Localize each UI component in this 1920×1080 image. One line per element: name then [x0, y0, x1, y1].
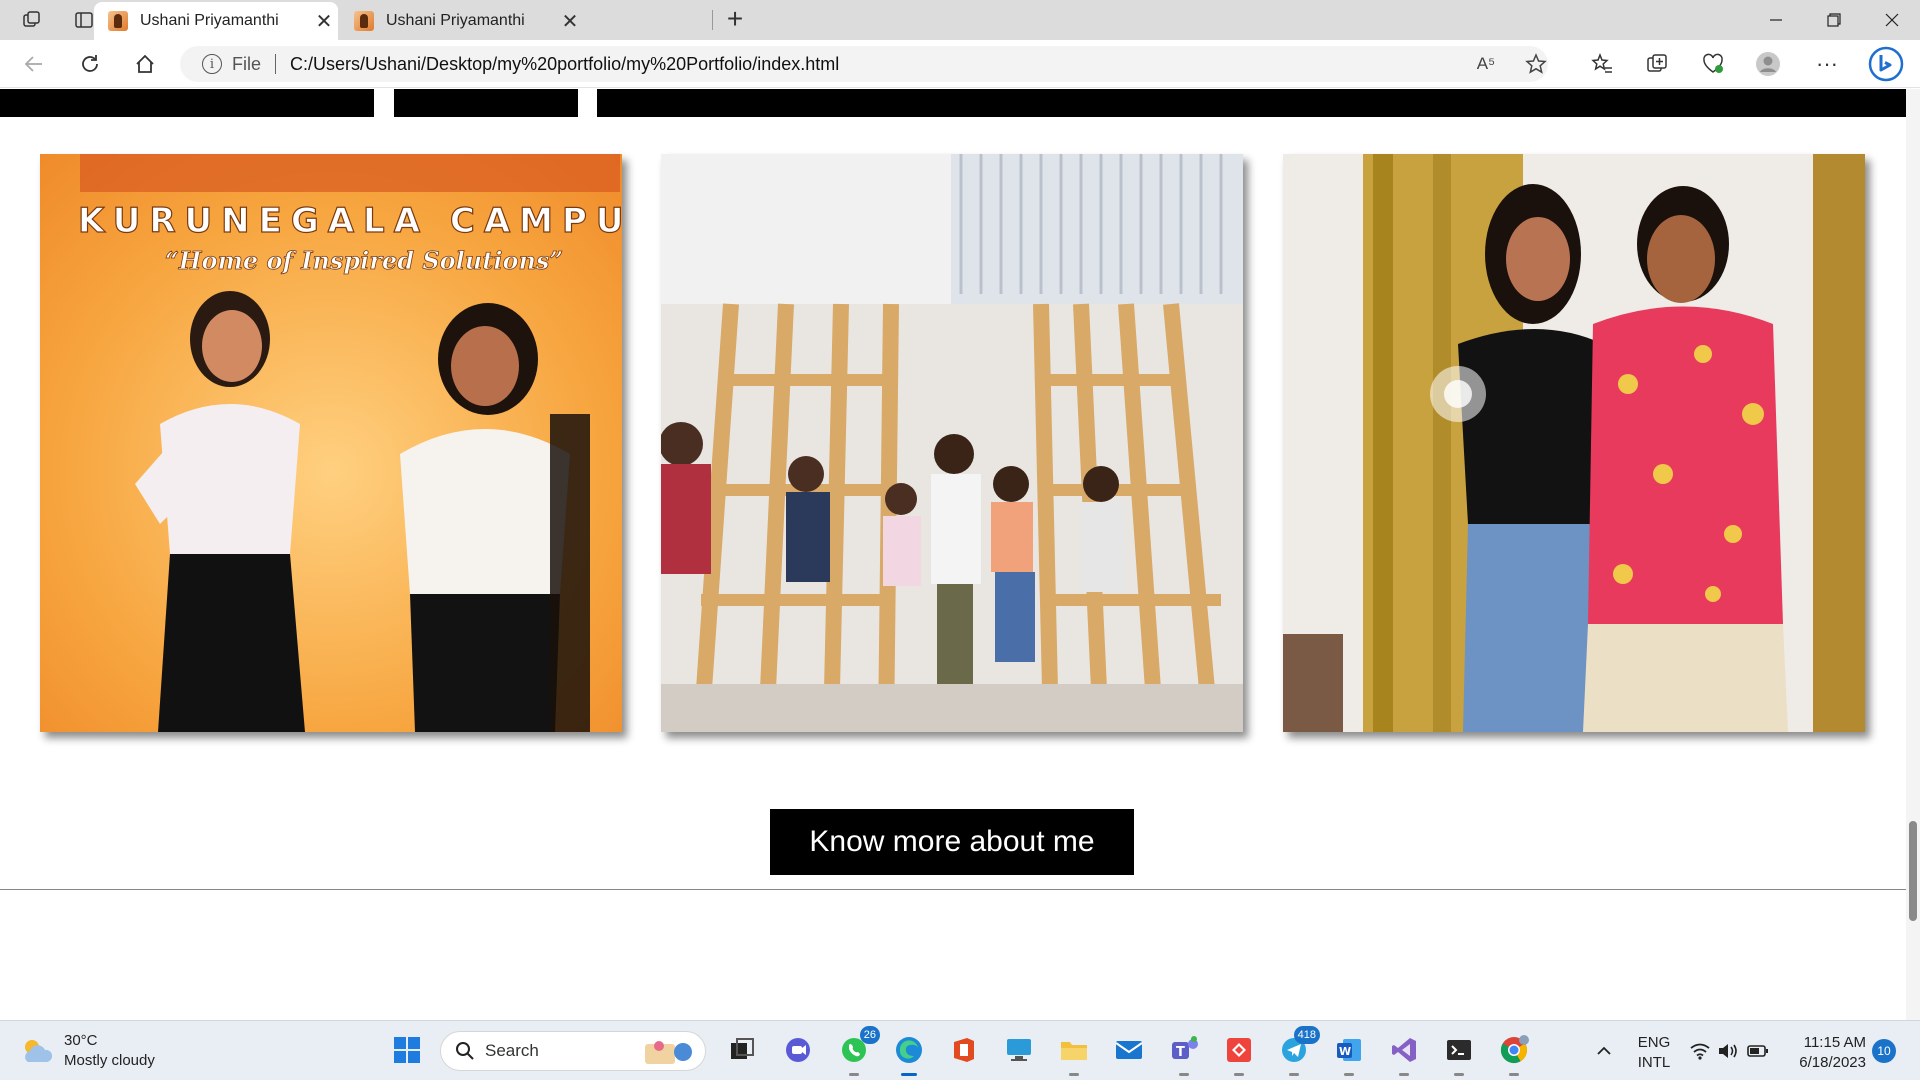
page-scrollbar[interactable]	[1906, 89, 1920, 1021]
wifi-icon[interactable]	[1688, 1021, 1712, 1080]
weather-temperature: 30°C	[64, 1032, 98, 1049]
black-block	[0, 89, 374, 117]
word-icon[interactable]: W	[1333, 1034, 1365, 1076]
clock-date: 6/18/2023	[1799, 1054, 1866, 1071]
keyboard-layout: INTL	[1637, 1054, 1671, 1071]
scheme-label: File	[232, 53, 262, 74]
sign-text-campus: KURUNEGALA CAMPU	[78, 201, 622, 241]
mail-icon[interactable]	[1113, 1034, 1145, 1066]
tab-active[interactable]: Ushani Priyamanthi ✕	[94, 2, 338, 40]
cloud-sun-icon	[25, 1040, 53, 1062]
search-placeholder: Search	[485, 1041, 539, 1060]
language-code: ENG	[1637, 1034, 1671, 1051]
favorites-icon[interactable]	[1588, 50, 1616, 78]
gallery-photo-friends	[661, 154, 1243, 732]
collections-icon[interactable]	[1643, 50, 1671, 78]
page-viewport: KURUNEGALA CAMPU “Home of Inspired Solut…	[0, 89, 1920, 1021]
workspaces-icon[interactable]	[20, 8, 44, 32]
battery-icon[interactable]	[1746, 1021, 1770, 1080]
browser-essentials-icon[interactable]	[1699, 50, 1727, 78]
site-favicon-icon	[354, 11, 374, 31]
clock-time: 11:15 AM	[1803, 1034, 1866, 1051]
back-button[interactable]	[20, 50, 48, 78]
show-hidden-icons-chevron-icon[interactable]	[1592, 1021, 1616, 1080]
sign-text-slogan: “Home of Inspired Solutions”	[165, 246, 563, 275]
browser-tab-strip: Ushani Priyamanthi ✕ Ushani Priyamanthi …	[0, 0, 1920, 40]
taskbar-clock[interactable]: 11:15 AM 6/18/2023	[1780, 1033, 1866, 1073]
minimize-button[interactable]	[1748, 0, 1804, 40]
tab-title: Ushani Priyamanthi	[140, 12, 279, 29]
weather-widget[interactable]: 30°C Mostly cloudy	[20, 1031, 155, 1071]
windows-taskbar: 30°C Mostly cloudy Search 26 T 418 W ENG…	[0, 1020, 1920, 1080]
remote-desktop-icon[interactable]	[1003, 1034, 1035, 1066]
tab-actions-icon[interactable]	[72, 8, 96, 32]
input-language-indicator[interactable]: ENG INTL	[1636, 1033, 1672, 1073]
search-highlight-icon	[645, 1041, 692, 1064]
site-info-icon[interactable]: i	[202, 54, 222, 74]
visual-studio-icon[interactable]	[1388, 1034, 1420, 1076]
scheme-divider	[275, 54, 277, 74]
tab-title: Ushani Priyamanthi	[386, 12, 525, 29]
know-more-button[interactable]: Know more about me	[770, 809, 1134, 875]
black-block	[597, 89, 1906, 117]
close-tab-icon[interactable]: ✕	[556, 9, 584, 34]
weather-condition: Mostly cloudy	[64, 1052, 155, 1069]
teams-icon[interactable]: T	[1168, 1034, 1200, 1076]
file-explorer-icon[interactable]	[1058, 1034, 1090, 1076]
task-view-icon[interactable]	[726, 1034, 758, 1066]
start-button[interactable]	[391, 1034, 423, 1066]
whatsapp-icon[interactable]: 26	[838, 1026, 880, 1076]
black-block	[394, 89, 578, 117]
new-tab-button[interactable]: +	[720, 3, 750, 34]
anydesk-icon[interactable]	[1223, 1034, 1255, 1076]
favorite-star-icon[interactable]	[1518, 46, 1554, 82]
profile-avatar-icon[interactable]	[1754, 50, 1782, 78]
section-divider	[0, 889, 1906, 890]
bing-copilot-icon[interactable]	[1868, 46, 1904, 82]
gallery-photo-campus: KURUNEGALA CAMPU “Home of Inspired Solut…	[40, 154, 622, 732]
telegram-icon[interactable]: 418	[1278, 1026, 1320, 1076]
edge-browser-icon[interactable]	[893, 1034, 925, 1076]
taskbar-search[interactable]: Search	[440, 1031, 706, 1071]
site-favicon-icon	[108, 11, 128, 31]
home-button[interactable]	[131, 50, 159, 78]
whatsapp-badge: 26	[859, 1026, 880, 1044]
office-icon[interactable]	[948, 1034, 980, 1066]
close-tab-icon[interactable]: ✕	[310, 9, 338, 34]
url-text[interactable]: C:/Users/Ushani/Desktop/my%20portfolio/m…	[290, 54, 839, 75]
telegram-badge: 418	[1293, 1026, 1320, 1044]
refresh-button[interactable]	[76, 50, 104, 78]
gallery-photo-family	[1283, 154, 1865, 732]
svg-text:W: W	[1339, 1045, 1351, 1058]
read-aloud-icon[interactable]: A⁵	[1468, 46, 1504, 82]
chrome-icon[interactable]	[1498, 1034, 1530, 1076]
search-icon	[456, 1042, 474, 1060]
restore-button[interactable]	[1806, 0, 1862, 40]
scrollbar-thumb[interactable]	[1909, 821, 1917, 921]
close-window-button[interactable]	[1864, 0, 1920, 40]
chat-app-icon[interactable]	[782, 1034, 814, 1066]
more-options-icon[interactable]: ···	[1813, 50, 1841, 78]
tab-separator	[712, 10, 713, 30]
address-bar[interactable]: i File C:/Users/Ushani/Desktop/my%20port…	[180, 46, 1548, 82]
volume-icon[interactable]	[1716, 1021, 1740, 1080]
terminal-icon[interactable]	[1443, 1034, 1475, 1076]
svg-text:T: T	[1176, 1045, 1185, 1060]
tab-inactive[interactable]: Ushani Priyamanthi ✕	[340, 2, 584, 40]
notification-count-badge[interactable]: 10	[1872, 1039, 1896, 1063]
browser-toolbar: i File C:/Users/Ushani/Desktop/my%20port…	[0, 40, 1920, 88]
